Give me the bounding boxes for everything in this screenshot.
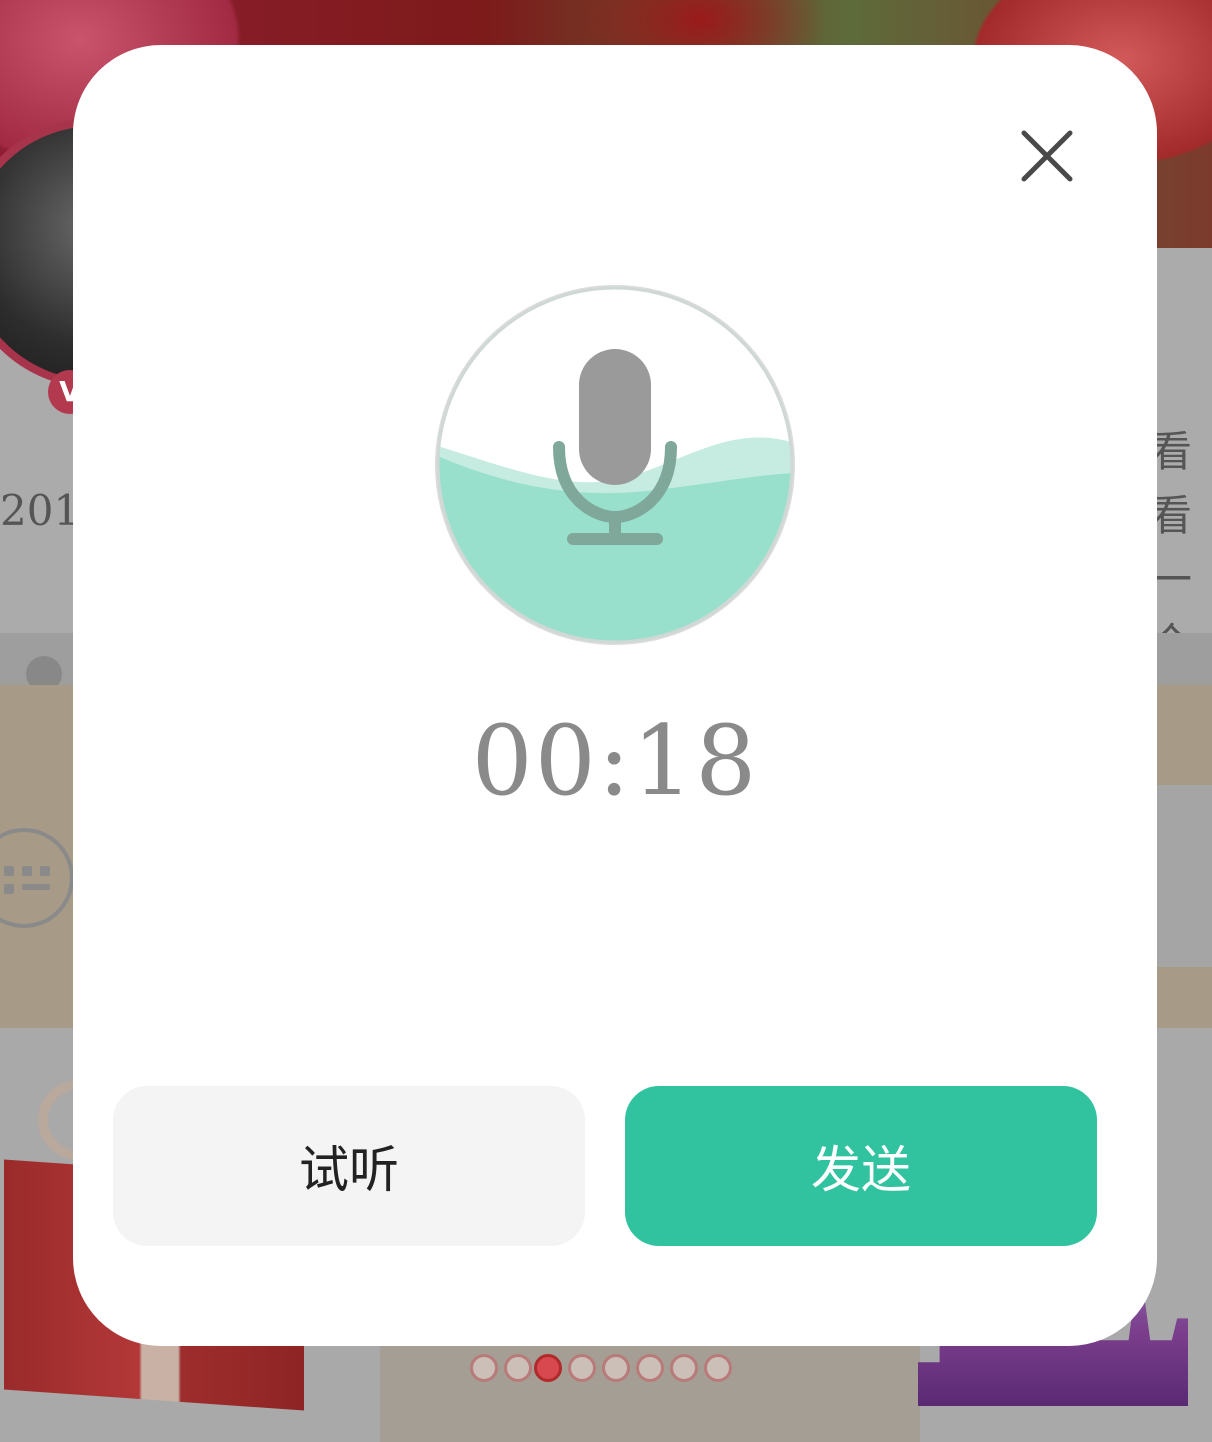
close-button[interactable] (1010, 119, 1082, 191)
listen-button[interactable]: 试听 (113, 1086, 585, 1246)
recording-timer: 00:18 (471, 705, 759, 817)
listen-button-label: 试听 (299, 1141, 399, 1199)
send-button[interactable]: 发送 (625, 1086, 1097, 1246)
close-icon (1021, 130, 1073, 182)
recording-indicator (435, 285, 795, 645)
send-button-label: 发送 (811, 1141, 911, 1199)
microphone-icon (435, 285, 795, 645)
keyboard-keys (0, 858, 60, 898)
bracelet-image (470, 1346, 760, 1396)
banner-side-panel (1157, 785, 1212, 967)
voice-record-dialog: 00:18 试听 发送 (73, 45, 1157, 1346)
